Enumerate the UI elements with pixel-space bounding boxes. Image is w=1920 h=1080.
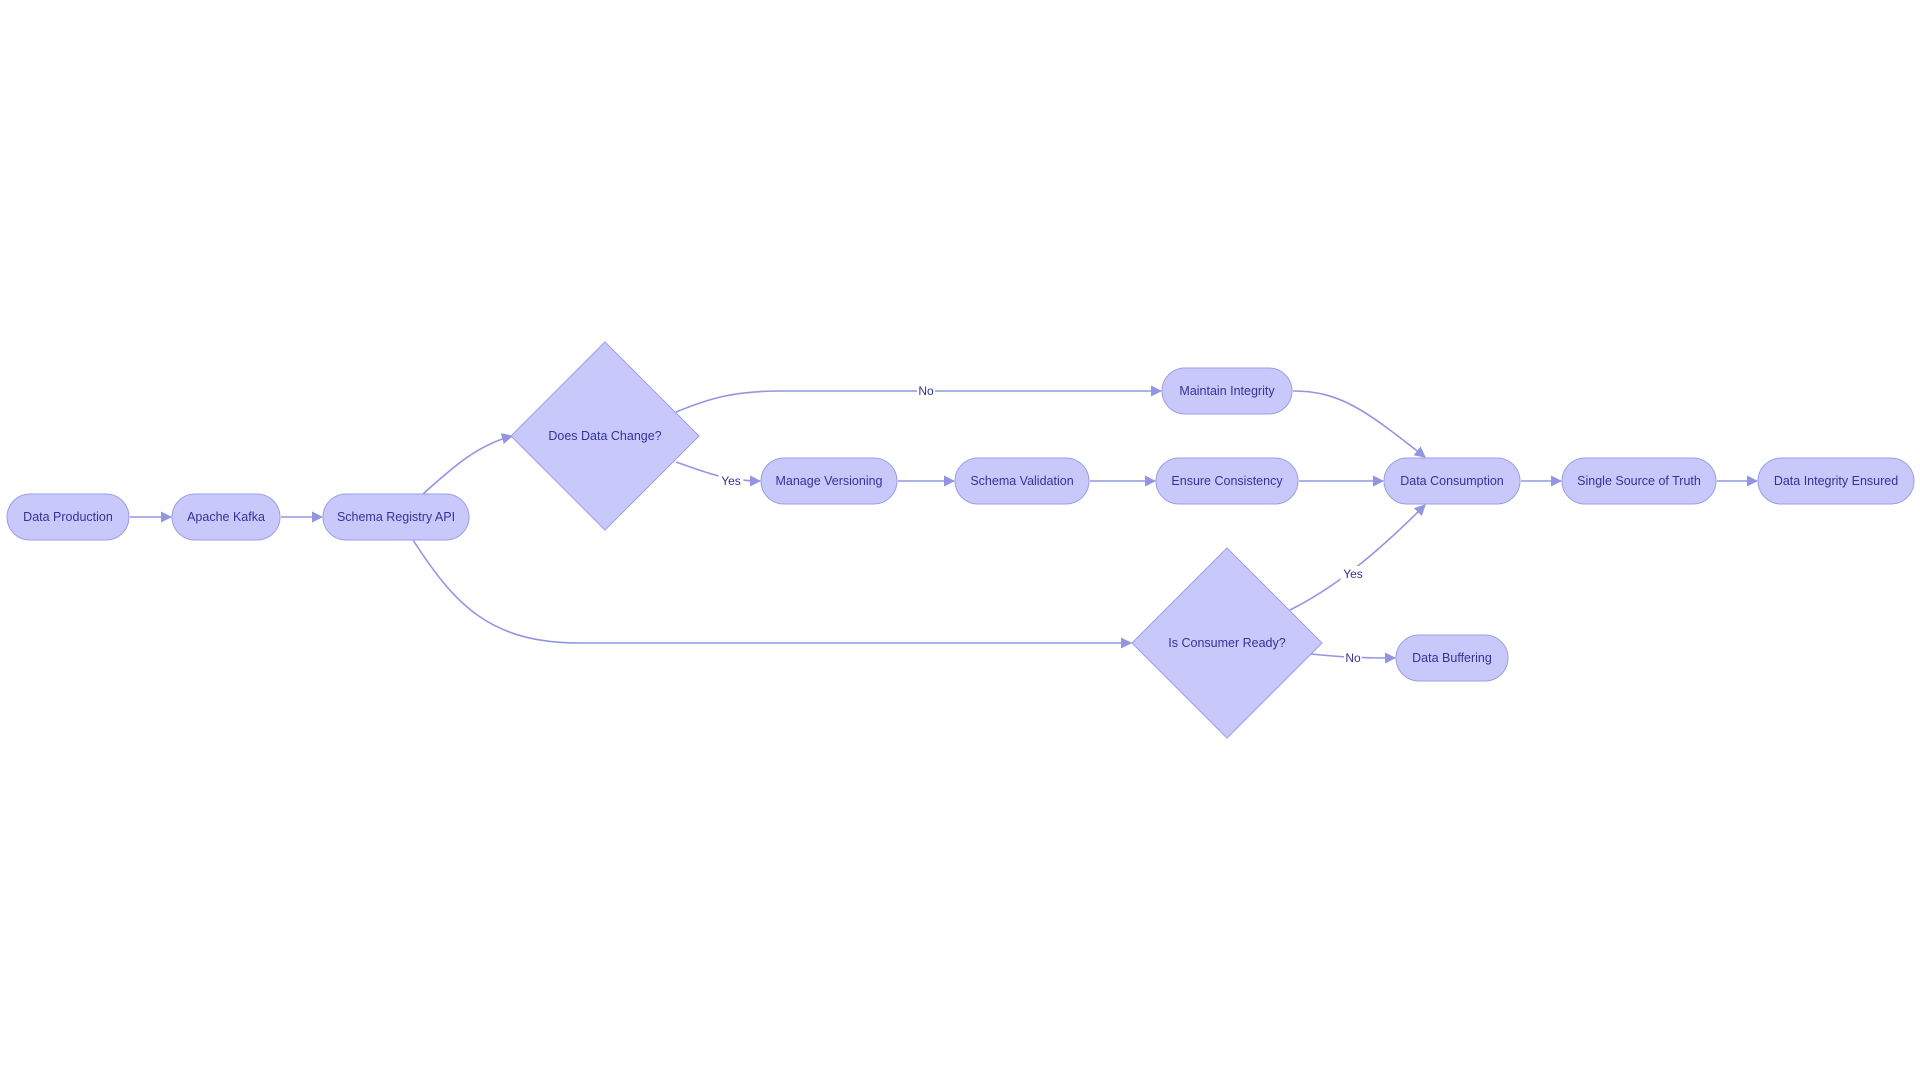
- node-label: Schema Validation: [970, 474, 1073, 488]
- node-label: Single Source of Truth: [1577, 474, 1701, 488]
- node-label: Ensure Consistency: [1171, 474, 1283, 488]
- nodes-layer: Data Production Apache Kafka Schema Regist…: [6, 341, 1915, 739]
- decision-node-is-consumer-ready[interactable]: Is Consumer Ready?: [1131, 547, 1323, 739]
- node-label: Schema Registry API: [337, 510, 455, 524]
- node-data-consumption[interactable]: Data Consumption: [1383, 457, 1521, 505]
- node-ensure-consistency[interactable]: Ensure Consistency: [1155, 457, 1299, 505]
- edge-label-text: No: [918, 384, 934, 398]
- node-label: Data Integrity Ensured: [1774, 474, 1898, 488]
- node-label: Apache Kafka: [187, 510, 265, 524]
- node-label: Data Consumption: [1400, 474, 1504, 488]
- node-manage-versioning[interactable]: Manage Versioning: [760, 457, 898, 505]
- node-schema-validation[interactable]: Schema Validation: [954, 457, 1090, 505]
- edge-h-i: [1292, 390, 1426, 458]
- node-data-production[interactable]: Data Production: [6, 493, 130, 541]
- edge-d-e: [675, 461, 762, 487]
- edge-label-text: No: [1345, 651, 1361, 665]
- node-label: Data Buffering: [1412, 651, 1492, 665]
- edge-label-text: Yes: [721, 474, 741, 488]
- flowchart-diagram: Data Production Apache Kafka Schema Regist…: [6, 341, 1915, 739]
- node-data-integrity-ensured[interactable]: Data Integrity Ensured: [1757, 457, 1915, 505]
- node-label: Manage Versioning: [775, 474, 882, 488]
- node-data-buffering[interactable]: Data Buffering: [1395, 634, 1509, 682]
- node-single-source-of-truth[interactable]: Single Source of Truth: [1561, 457, 1717, 505]
- edge-label-d-h: No: [917, 383, 935, 399]
- edge-c-l: [412, 539, 1133, 649]
- node-maintain-integrity[interactable]: Maintain Integrity: [1161, 367, 1293, 415]
- node-label: Does Data Change?: [548, 429, 661, 443]
- decision-node-does-data-change[interactable]: Does Data Change?: [510, 341, 700, 531]
- edge-label-l-m: No: [1344, 650, 1362, 666]
- edge-label-d-e: Yes: [718, 473, 744, 489]
- node-label: Is Consumer Ready?: [1168, 636, 1285, 650]
- node-apache-kafka[interactable]: Apache Kafka: [171, 493, 281, 541]
- node-label: Data Production: [23, 510, 113, 524]
- edge-c-d: [422, 433, 514, 495]
- edge-label-l-i: Yes: [1340, 566, 1366, 582]
- node-schema-registry-api[interactable]: Schema Registry API: [322, 493, 470, 541]
- node-label: Maintain Integrity: [1179, 384, 1275, 398]
- edge-label-text: Yes: [1343, 567, 1363, 581]
- edge-l-i: [1289, 504, 1426, 611]
